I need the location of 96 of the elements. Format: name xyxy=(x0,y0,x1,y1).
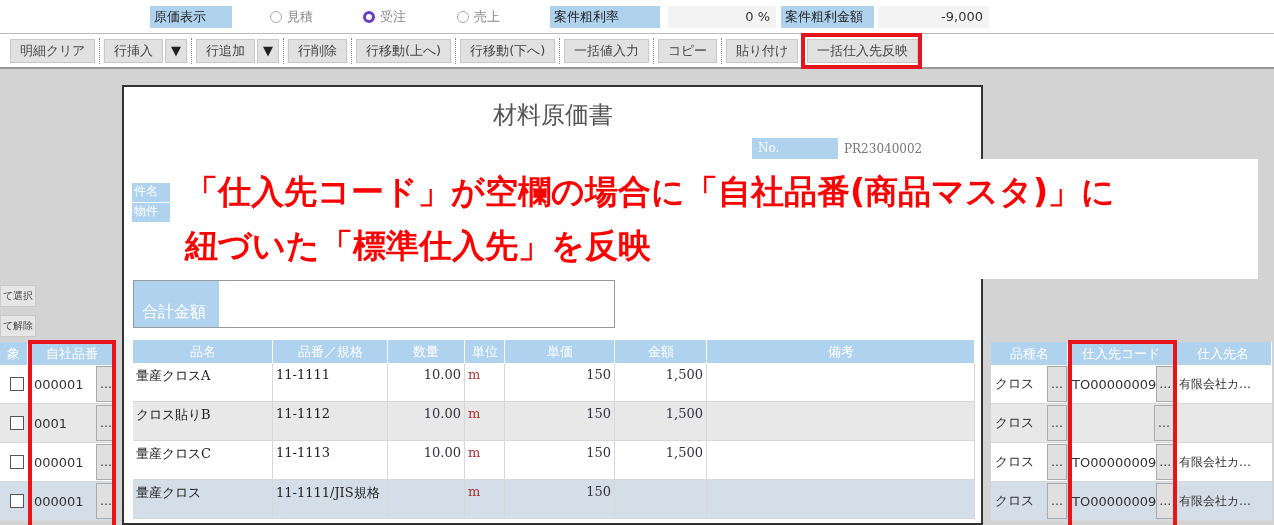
column-header: 単位 xyxy=(465,340,505,363)
field-label: 件名 xyxy=(132,183,170,202)
table-cell: TO00000009 xyxy=(1072,493,1157,509)
table-row[interactable]: クロス … TO00000009 … 有限会社カ… xyxy=(991,482,1272,521)
table-cell: 有限会社カ… xyxy=(1179,453,1251,471)
table-cell: TO00000009 xyxy=(1072,376,1157,392)
radio-option[interactable]: 売上 xyxy=(456,7,550,26)
select-button[interactable]: て選択 xyxy=(0,285,36,307)
table-cell: クロス xyxy=(995,453,1034,471)
table-row[interactable]: クロス … TO00000009 … 有限会社カ… xyxy=(991,365,1272,404)
column-header: 金額 xyxy=(615,340,707,363)
toolbar-button[interactable]: 貼り付け xyxy=(726,38,799,63)
annotation-text: 紐づいた「標準仕入先」を反映 xyxy=(185,225,652,267)
checkbox[interactable] xyxy=(10,455,24,469)
table-cell: 000001 xyxy=(34,454,84,470)
value-field: -9,000 xyxy=(878,5,989,28)
column-header: 象 xyxy=(0,342,28,365)
table-row[interactable]: クロス … … xyxy=(991,404,1272,443)
checkbox[interactable] xyxy=(10,377,24,391)
table-cell: m xyxy=(468,367,481,382)
lookup-button[interactable]: … xyxy=(1156,444,1174,480)
field-label: No. xyxy=(752,138,838,159)
dropdown-button[interactable]: ▼ xyxy=(257,38,279,63)
table-row[interactable]: 量産クロスA 11-1111 10.00 m 150 1,500 xyxy=(133,363,975,402)
radio-option[interactable]: 見積 xyxy=(270,7,364,26)
table-cell: 1,500 xyxy=(665,406,703,421)
table-cell: 150 xyxy=(586,367,611,382)
dropdown-button[interactable]: ▼ xyxy=(165,38,187,63)
table-cell: クロス貼りB xyxy=(136,407,211,422)
table-cell: m xyxy=(468,484,481,499)
column-header: 備考 xyxy=(707,340,975,363)
table-cell: 0001 xyxy=(34,415,68,431)
document-number: PR23040002 xyxy=(844,141,923,156)
value-field: 0 % xyxy=(668,5,776,28)
field-label: 案件粗利率 xyxy=(550,5,660,28)
table-cell: 000001 xyxy=(34,493,84,509)
lookup-button[interactable]: … xyxy=(1047,444,1067,480)
table-cell: 1,500 xyxy=(665,445,703,460)
toolbar-button[interactable]: 行挿入 xyxy=(104,38,163,63)
toolbar-button[interactable]: 明細クリア xyxy=(10,38,95,63)
annotation-text: 「仕入先コード」が空欄の場合に「自社品番(商品マスタ)」に xyxy=(185,171,1117,213)
column-header: 品名 xyxy=(133,340,273,363)
column-header: 品番／規格 xyxy=(273,340,388,363)
table-cell: m xyxy=(468,445,481,460)
radio-option[interactable]: 受注 xyxy=(363,7,457,26)
select-button[interactable]: て解除 xyxy=(0,315,36,337)
lookup-button[interactable]: … xyxy=(1154,405,1174,441)
field-label: 合計金額 xyxy=(134,281,219,327)
column-header: 仕入先名 xyxy=(1175,342,1272,365)
table-cell: 150 xyxy=(586,445,611,460)
table-cell: クロス xyxy=(995,492,1034,510)
toolbar-button[interactable]: 行追加 xyxy=(196,38,255,63)
toolbar-button[interactable]: 一括仕入先反映 xyxy=(807,38,919,63)
toolbar-button[interactable]: 行移動(上へ) xyxy=(356,38,452,63)
checkbox[interactable] xyxy=(10,416,24,430)
table-cell: 150 xyxy=(586,484,611,499)
lookup-button[interactable]: … xyxy=(1156,366,1174,402)
table-row[interactable]: 量産クロスC 11-1113 10.00 m 150 1,500 xyxy=(133,441,975,480)
toolbar-button[interactable]: 一括値入力 xyxy=(564,38,650,63)
column-header: 数量 xyxy=(388,340,465,363)
toolbar-button[interactable]: 行移動(下へ) xyxy=(460,38,556,63)
table-row[interactable]: クロス … TO00000009 … 有限会社カ… xyxy=(991,443,1272,482)
lookup-button[interactable]: … xyxy=(1047,405,1067,441)
table-cell: 10.00 xyxy=(423,367,461,382)
table-cell: 10.00 xyxy=(423,406,461,421)
lookup-button[interactable]: … xyxy=(1047,483,1067,519)
table-cell: 000001 xyxy=(34,376,84,392)
table-cell: 150 xyxy=(586,406,611,421)
field-label: 物件 xyxy=(132,203,170,222)
table-row[interactable]: 量産クロス 11-1111/JIS規格 m 150 xyxy=(133,480,975,519)
table-cell: 有限会社カ… xyxy=(1179,375,1251,393)
table-cell: 10.00 xyxy=(423,445,461,460)
table-cell: 量産クロス xyxy=(136,485,201,500)
table-cell: 11-1111/JIS規格 xyxy=(276,485,380,500)
table-cell: 有限会社カ… xyxy=(1179,492,1251,510)
table-cell: TO00000009 xyxy=(1072,454,1157,470)
lookup-button[interactable]: … xyxy=(1047,366,1067,402)
table-cell: 11-1112 xyxy=(276,406,331,421)
table-cell: 11-1111 xyxy=(276,367,331,382)
table-cell: 11-1113 xyxy=(276,445,331,460)
lookup-button[interactable]: … xyxy=(1156,483,1174,519)
toolbar-button[interactable]: コピー xyxy=(658,38,718,63)
column-header: 単価 xyxy=(505,340,615,363)
column-header: 品種名 xyxy=(991,342,1068,365)
checkbox[interactable] xyxy=(10,494,24,508)
field-label: 原価表示 xyxy=(150,5,232,28)
table-cell: 1,500 xyxy=(665,367,703,382)
toolbar-button[interactable]: 行削除 xyxy=(288,38,347,63)
table-row[interactable]: クロス貼りB 11-1112 10.00 m 150 1,500 xyxy=(133,402,975,441)
table-cell: クロス xyxy=(995,375,1034,393)
document-title: 材料原価書 xyxy=(491,100,614,127)
table-cell: クロス xyxy=(995,414,1034,432)
field-label: 案件粗利金額 xyxy=(781,5,874,28)
table-cell: m xyxy=(468,406,481,421)
table-cell: 量産クロスA xyxy=(136,368,211,383)
table-cell: 量産クロスC xyxy=(136,446,211,461)
